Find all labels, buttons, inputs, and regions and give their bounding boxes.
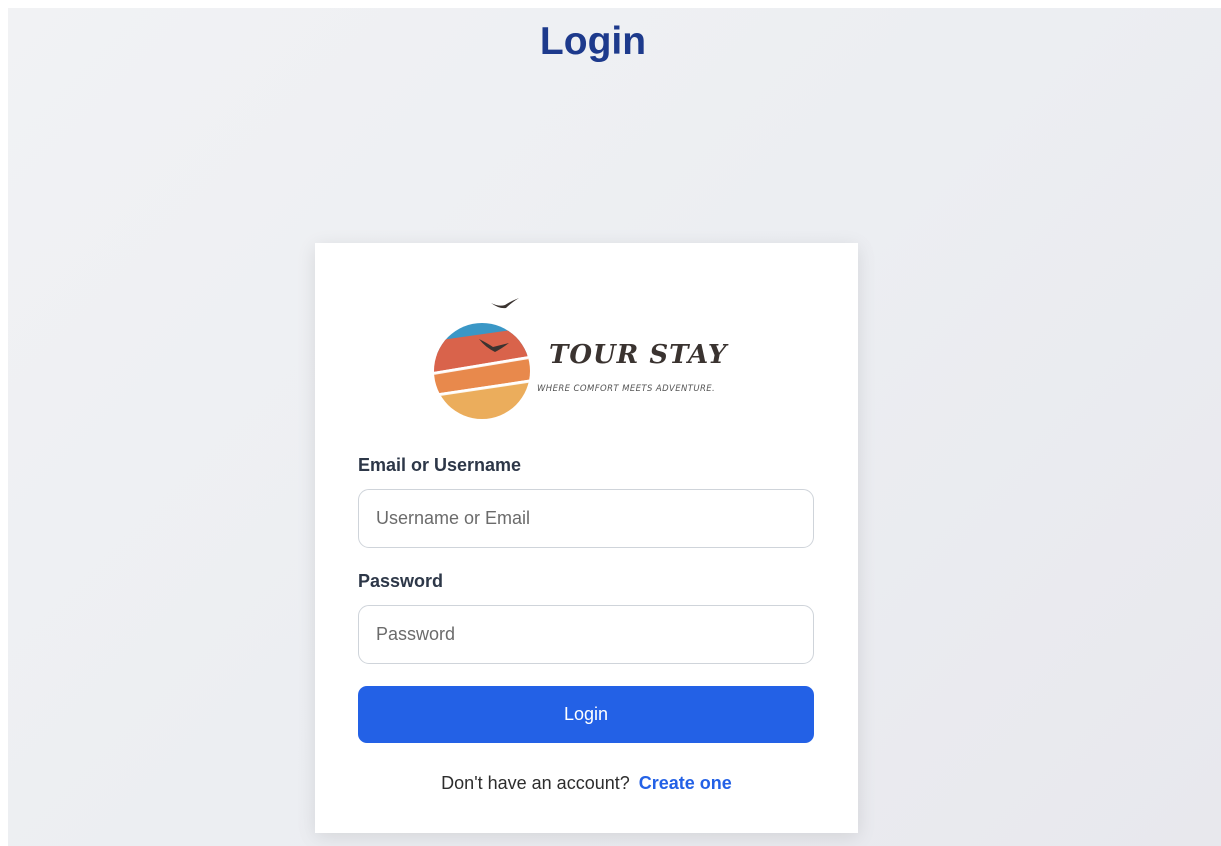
tour-stay-logo: TOUR STAY WHERE COMFORT MEETS ADVENTURE. [427, 295, 762, 420]
password-input[interactable] [358, 605, 814, 664]
logo-brand-name: TOUR STAY [549, 340, 729, 370]
password-label: Password [358, 571, 444, 591]
login-button[interactable]: Login [358, 686, 814, 743]
login-card: TOUR STAY WHERE COMFORT MEETS ADVENTURE.… [315, 243, 858, 833]
email-label: Email or Username [358, 455, 522, 475]
signup-prompt-row: Don't have an account? Create one [315, 773, 858, 794]
create-account-link[interactable]: Create one [639, 773, 732, 793]
signup-prompt-text: Don't have an account? [441, 773, 630, 793]
login-page: Login TOUR STAY WHERE COMFORT MEETS ADVE… [8, 8, 1221, 846]
page-title: Login [539, 20, 647, 63]
logo-tagline: WHERE COMFORT MEETS ADVENTURE. [537, 384, 715, 394]
email-input[interactable] [358, 489, 814, 548]
